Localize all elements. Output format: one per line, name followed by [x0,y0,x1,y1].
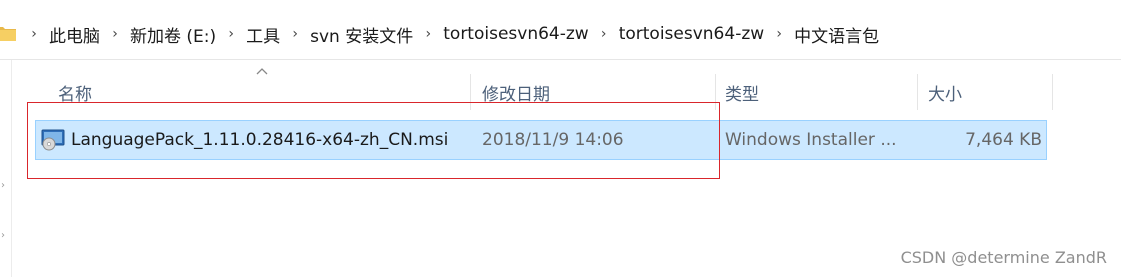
column-header-name-label: 名称 [58,84,92,105]
file-size: 7,464 KB [965,130,1042,150]
explorer-window: › 此电脑 › 新加卷 (E:) › 工具 › svn 安装文件 › torto… [0,0,1121,277]
column-header-type-label: 类型 [725,84,759,105]
breadcrumb-item-drive-e[interactable]: 新加卷 (E:) [127,22,219,47]
column-divider[interactable] [1052,74,1053,110]
breadcrumb: › 此电脑 › 新加卷 (E:) › 工具 › svn 安装文件 › torto… [22,22,882,47]
chevron-right-icon[interactable]: › [223,26,239,42]
expand-arrow-icon[interactable]: › [1,180,5,191]
breadcrumb-item-this-pc[interactable]: 此电脑 [46,22,103,47]
column-header-size[interactable]: 大小 [918,74,1052,110]
breadcrumb-item-tortoisesvn-2[interactable]: tortoisesvn64-zw [616,24,767,44]
chevron-right-icon[interactable]: › [107,26,123,42]
chevron-right-icon[interactable]: › [596,26,612,42]
file-type: Windows Installer ... [725,130,897,150]
watermark: CSDN @determine ZandR [900,248,1107,267]
column-header-type[interactable]: 类型 [715,74,918,110]
column-header-modified[interactable]: 修改日期 [472,74,715,110]
navigation-pane-edge[interactable]: › › [0,60,12,277]
column-header-name[interactable]: 名称 [48,74,470,110]
chevron-right-icon[interactable]: › [26,26,42,42]
msi-installer-icon [41,129,65,151]
column-header-size-label: 大小 [928,84,962,105]
column-header-modified-label: 修改日期 [482,84,550,105]
expand-arrow-icon[interactable]: › [1,230,5,241]
chevron-right-icon[interactable]: › [771,26,787,42]
chevron-right-icon[interactable]: › [420,26,436,42]
breadcrumb-item-svn-install[interactable]: svn 安装文件 [307,22,416,47]
address-bar[interactable]: › 此电脑 › 新加卷 (E:) › 工具 › svn 安装文件 › torto… [0,8,1121,60]
chevron-right-icon[interactable]: › [287,26,303,42]
file-name[interactable]: LanguagePack_1.11.0.28416-x64-zh_CN.msi [71,121,471,159]
breadcrumb-item-tortoisesvn-1[interactable]: tortoisesvn64-zw [440,24,591,44]
column-divider[interactable] [470,74,471,110]
breadcrumb-item-tools[interactable]: 工具 [243,22,283,47]
file-modified-date: 2018/11/9 14:06 [482,130,624,150]
folder-icon [0,27,16,41]
breadcrumb-item-language-pack[interactable]: 中文语言包 [791,22,882,47]
file-row[interactable]: LanguagePack_1.11.0.28416-x64-zh_CN.msi … [35,120,1047,160]
